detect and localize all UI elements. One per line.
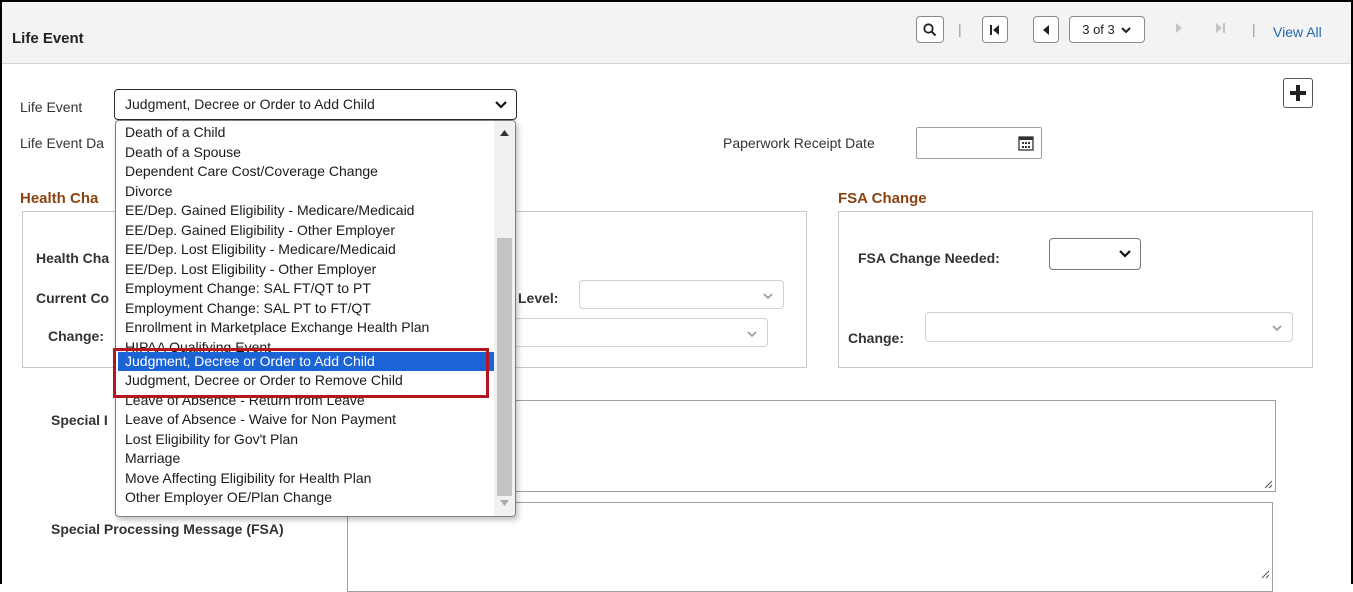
chevron-down-icon: [763, 293, 773, 300]
special-message-label: Special I: [51, 412, 108, 428]
dropdown-option-selected[interactable]: Judgment, Decree or Order to Add Child: [118, 351, 494, 371]
chevron-down-icon: [1272, 325, 1282, 332]
dropdown-option[interactable]: Leave of Absence - Waive for Non Payment: [118, 410, 494, 430]
nav-separator: |: [958, 21, 962, 37]
fsa-change-label: Change:: [848, 330, 904, 346]
header-bar: Life Event: [2, 2, 1351, 64]
page-title: Life Event: [12, 30, 84, 47]
paperwork-receipt-date-field[interactable]: [916, 127, 1042, 159]
add-row-button[interactable]: [1283, 78, 1313, 108]
chevron-down-icon: [1119, 250, 1131, 258]
health-change-needed-label: Health Cha: [36, 250, 110, 266]
life-event-date-label: Life Event Da: [20, 135, 105, 151]
coverage-level-select[interactable]: [579, 280, 784, 309]
dropdown-option[interactable]: Move Affecting Eligibility for Health Pl…: [118, 469, 494, 489]
resize-grip-icon: [1264, 480, 1273, 489]
dropdown-option[interactable]: Death of a Child: [118, 123, 494, 143]
coverage-level-label: Level:: [518, 290, 559, 306]
page-select[interactable]: 3 of 3: [1069, 16, 1145, 43]
dropdown-option[interactable]: EE/Dep. Lost Eligibility - Medicare/Medi…: [118, 240, 494, 260]
chevron-down-icon: [495, 101, 507, 109]
dropdown-option[interactable]: Enrollment in Marketplace Exchange Healt…: [118, 318, 494, 338]
dropdown-option[interactable]: HIPAA Qualifying Event: [118, 338, 494, 352]
dropdown-option[interactable]: Leave of Absence - Return from Leave: [118, 391, 494, 411]
next-icon: [1176, 23, 1182, 33]
fsa-change-select[interactable]: [925, 312, 1293, 342]
health-change-label: Change:: [48, 328, 104, 344]
resize-grip-icon: [1261, 570, 1270, 579]
search-button[interactable]: [916, 16, 944, 43]
plus-icon: [1290, 85, 1306, 101]
life-event-dropdown-list[interactable]: Death of a Child Death of a Spouse Depen…: [115, 120, 516, 517]
view-all-link[interactable]: View All: [1273, 24, 1322, 40]
dropdown-option[interactable]: Other Employer OE/Plan Change: [118, 488, 494, 508]
dropdown-option[interactable]: Judgment, Decree or Order to Remove Chil…: [118, 371, 494, 391]
first-page-icon: [990, 24, 999, 35]
life-event-value: Judgment, Decree or Order to Add Child: [125, 96, 375, 112]
fsa-change-panel: [838, 211, 1313, 368]
dropdown-option[interactable]: Lost Eligibility for Gov't Plan: [118, 430, 494, 450]
search-icon: [923, 22, 937, 36]
page-indicator: 3 of 3: [1082, 22, 1115, 37]
life-event-select[interactable]: Judgment, Decree or Order to Add Child: [114, 89, 517, 120]
dropdown-option[interactable]: Death of a Spouse: [118, 143, 494, 163]
dropdown-options: Death of a Child Death of a Spouse Depen…: [118, 123, 494, 508]
dropdown-option[interactable]: Marriage: [118, 449, 494, 469]
fsa-change-title: FSA Change: [838, 190, 927, 207]
dropdown-option[interactable]: EE/Dep. Gained Eligibility - Other Emplo…: [118, 221, 494, 241]
previous-button[interactable]: [1033, 16, 1059, 43]
first-page-button[interactable]: [982, 16, 1008, 43]
scroll-down-icon[interactable]: [499, 499, 510, 507]
last-page-icon: [1216, 23, 1225, 33]
fsa-change-needed-label: FSA Change Needed:: [858, 250, 1000, 266]
dropdown-option[interactable]: EE/Dep. Gained Eligibility - Medicare/Me…: [118, 201, 494, 221]
current-coverage-label: Current Co: [36, 290, 110, 306]
dropdown-option[interactable]: Divorce: [118, 182, 494, 202]
fsa-change-needed-select[interactable]: [1049, 238, 1141, 270]
dropdown-option[interactable]: Employment Change: SAL PT to FT/QT: [118, 299, 494, 319]
dropdown-scrollbar[interactable]: [494, 121, 515, 516]
chevron-down-icon: [747, 331, 757, 338]
dropdown-option[interactable]: EE/Dep. Lost Eligibility - Other Employe…: [118, 260, 494, 280]
special-message-fsa-label: Special Processing Message (FSA): [51, 521, 284, 537]
health-change-select[interactable]: [514, 318, 768, 347]
dropdown-option[interactable]: Dependent Care Cost/Coverage Change: [118, 162, 494, 182]
scrollbar-thumb[interactable]: [497, 238, 512, 496]
previous-icon: [1043, 24, 1049, 35]
chevron-down-icon: [1121, 26, 1131, 33]
nav-separator: |: [1252, 21, 1256, 37]
paperwork-receipt-date-label: Paperwork Receipt Date: [723, 135, 875, 151]
life-event-label: Life Event: [20, 99, 83, 115]
calendar-icon[interactable]: [1018, 135, 1034, 151]
health-change-title: Health Cha: [20, 190, 99, 207]
scroll-up-icon[interactable]: [499, 129, 510, 137]
dropdown-option[interactable]: Employment Change: SAL FT/QT to PT: [118, 279, 494, 299]
